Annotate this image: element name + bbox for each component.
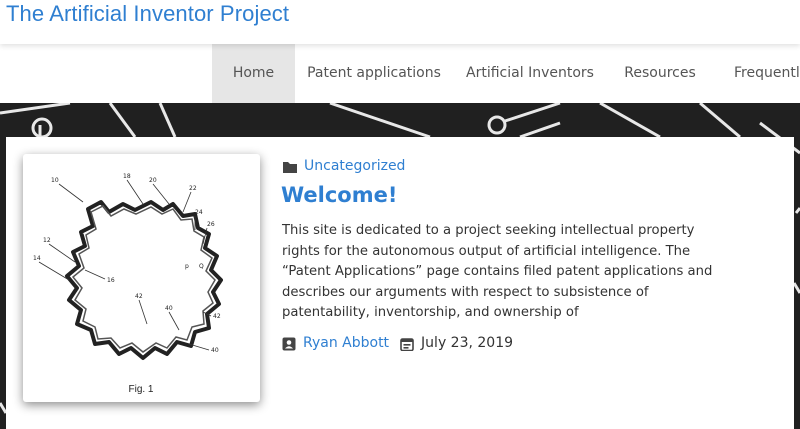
figure-label: 24 xyxy=(195,209,203,216)
fractal-patent-figure: 10 18 20 22 24 26 12 14 16 42 40 42 40 p… xyxy=(33,173,223,395)
figure-label: 26 xyxy=(207,221,215,228)
main-nav: Home Patent applications Artificial Inve… xyxy=(0,44,800,103)
figure-label: 40 xyxy=(165,305,173,312)
category-link[interactable]: Uncategorized xyxy=(304,158,405,174)
folder-icon xyxy=(282,159,298,173)
post-thumbnail[interactable]: 10 18 20 22 24 26 12 14 16 42 40 42 40 p… xyxy=(23,154,260,402)
nav-item-artificial-inventors[interactable]: Artificial Inventors xyxy=(453,44,607,103)
nav-item-patent-applications[interactable]: Patent applications xyxy=(295,44,453,103)
figure-label: Q xyxy=(199,263,204,270)
calendar-icon xyxy=(400,336,414,352)
author-link[interactable]: Ryan Abbott xyxy=(303,335,389,351)
nav-item-frequently[interactable]: Frequently xyxy=(713,44,800,103)
figure-label: 16 xyxy=(107,277,115,284)
account-box-icon xyxy=(282,336,296,351)
site-header: The Artificial Inventor Project xyxy=(0,0,800,44)
figure-label: 42 xyxy=(135,293,143,300)
figure-label: 42 xyxy=(213,313,221,320)
figure-label: p xyxy=(185,263,189,270)
post-date: July 23, 2019 xyxy=(421,335,514,351)
post-category: Uncategorized xyxy=(282,156,405,176)
figure-label: 20 xyxy=(149,177,157,184)
site-title[interactable]: The Artificial Inventor Project xyxy=(6,1,289,27)
post-byline: Ryan Abbott July 23, 2019 xyxy=(282,334,513,352)
nav-item-resources[interactable]: Resources xyxy=(607,44,713,103)
figure-label: 22 xyxy=(189,185,197,192)
figure-label: 40 xyxy=(211,347,219,354)
figure-caption: Fig. 1 xyxy=(128,384,153,395)
figure-label: 18 xyxy=(123,173,131,180)
nav-item-home[interactable]: Home xyxy=(212,44,295,103)
post-title[interactable]: Welcome! xyxy=(281,183,397,207)
post-excerpt: This site is dedicated to a project seek… xyxy=(282,223,713,320)
post-card: 10 18 20 22 24 26 12 14 16 42 40 42 40 p… xyxy=(6,137,794,429)
figure-label: 12 xyxy=(43,237,51,244)
figure-label: 14 xyxy=(33,255,41,262)
figure-label: 10 xyxy=(51,177,59,184)
